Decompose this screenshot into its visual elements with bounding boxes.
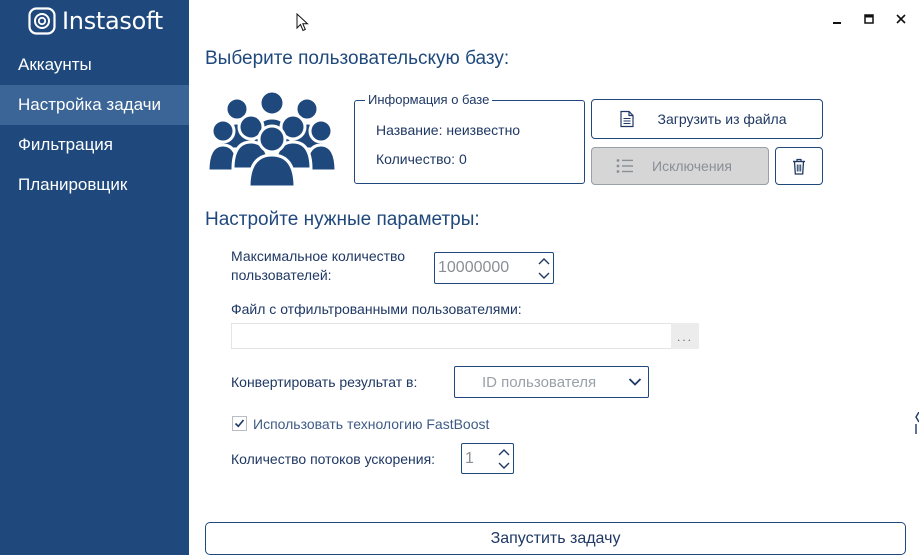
run-task-button[interactable]: Запустить задачу xyxy=(205,522,906,555)
exclusions-label: Исключения xyxy=(652,158,732,174)
max-users-input[interactable] xyxy=(438,253,534,283)
params-title: Настройте нужные параметры: xyxy=(205,209,480,230)
exclusions-button[interactable]: Исключения xyxy=(591,147,769,185)
threads-stepper[interactable] xyxy=(461,443,514,474)
sidebar-item-accounts[interactable]: Аккаунты xyxy=(0,45,189,85)
threads-label: Количество потоков ускорения: xyxy=(231,451,436,467)
max-users-decrement[interactable] xyxy=(537,269,551,282)
load-from-file-label: Загрузить из файла xyxy=(657,111,787,127)
fastboost-label: Использовать технологию FastBoost xyxy=(253,415,490,432)
threads-input[interactable] xyxy=(465,444,495,473)
users-group-icon xyxy=(207,89,337,187)
max-users-label: Максимальное количество пользователей: xyxy=(231,247,405,285)
max-users-stepper[interactable] xyxy=(434,252,554,284)
chevron-down-icon xyxy=(498,462,510,469)
max-users-label-line1: Максимальное количество xyxy=(231,248,406,264)
convert-selected-value: ID пользователя xyxy=(482,374,597,391)
close-icon xyxy=(896,14,906,24)
base-info-group: Информация о базе Название: неизвестно К… xyxy=(354,92,585,184)
sidebar: Instasoft Аккаунты Настройка задачи Филь… xyxy=(0,0,189,555)
fastboost-option[interactable]: Использовать технологию FastBoost xyxy=(232,415,489,432)
sidebar-item-task-settings[interactable]: Настройка задачи xyxy=(0,85,189,125)
maximize-icon xyxy=(864,14,874,24)
convert-label: Конвертировать результат в: xyxy=(231,374,418,390)
sidebar-item-filtering[interactable]: Фильтрация xyxy=(0,125,189,165)
select-base-title: Выберите пользовательскую базу: xyxy=(205,48,510,69)
browse-button[interactable]: ... xyxy=(671,323,699,349)
filtered-file-label: Файл с отфильтрованными пользователями: xyxy=(231,301,522,317)
fastboost-checkbox[interactable] xyxy=(232,416,247,431)
chevron-up-icon xyxy=(498,449,510,456)
max-users-label-line2: пользователей: xyxy=(231,267,332,283)
base-name-text: Название: неизвестно xyxy=(376,122,521,138)
filtered-file-input[interactable] xyxy=(231,323,671,349)
document-icon xyxy=(620,110,634,128)
max-users-increment[interactable] xyxy=(537,255,551,268)
minimize-button[interactable] xyxy=(826,8,848,30)
base-count-text: Количество: 0 xyxy=(376,151,467,167)
checkmark-icon xyxy=(234,419,245,428)
maximize-button[interactable] xyxy=(858,8,880,30)
close-button[interactable] xyxy=(890,8,912,30)
threads-increment[interactable] xyxy=(497,446,511,459)
sidebar-item-scheduler[interactable]: Планировщик xyxy=(0,165,189,205)
logo-text: Instasoft xyxy=(62,7,163,35)
convert-select[interactable]: ID пользователя xyxy=(454,366,649,398)
chevron-down-icon xyxy=(538,272,550,279)
base-info-legend: Информация о базе xyxy=(365,92,493,107)
delete-base-button[interactable] xyxy=(775,147,823,185)
chevron-up-icon xyxy=(538,258,550,265)
minimize-icon xyxy=(833,22,841,24)
mouse-cursor-icon xyxy=(296,13,309,32)
chevron-down-icon xyxy=(628,378,642,386)
sidebar-nav: Аккаунты Настройка задачи Фильтрация Пла… xyxy=(0,45,189,205)
trash-icon xyxy=(793,158,805,175)
list-icon xyxy=(616,159,633,173)
threads-decrement[interactable] xyxy=(497,459,511,472)
instasoft-logo-icon xyxy=(28,7,56,35)
load-from-file-button[interactable]: Загрузить из файла xyxy=(591,99,823,139)
app-logo: Instasoft xyxy=(28,7,163,35)
resize-handle-icon xyxy=(915,412,919,434)
